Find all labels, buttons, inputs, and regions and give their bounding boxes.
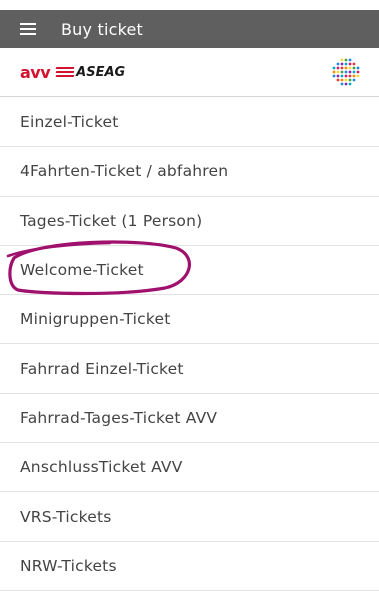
ticket-item-label: Fahrrad Einzel-Ticket (20, 359, 184, 378)
logo-dot (356, 74, 360, 78)
logo-dot (340, 78, 344, 82)
logo-dot (344, 58, 348, 62)
logo-dot (336, 78, 340, 82)
ticket-item-label: Tages-Ticket (1 Person) (20, 211, 203, 230)
ticket-item-label: Einzel-Ticket (20, 113, 119, 132)
logo-dot (348, 58, 352, 62)
logo-dot (352, 66, 356, 70)
logo-dot (348, 78, 352, 82)
logo-dot (352, 62, 356, 66)
logo-dot (344, 66, 348, 70)
logo-dot (340, 58, 344, 62)
logo-dot (352, 70, 356, 74)
logo-dot (348, 74, 352, 78)
colored-dots-logo-icon (332, 58, 360, 86)
logo-dot (336, 62, 340, 66)
ticket-item-einzel[interactable]: Einzel-Ticket (0, 98, 379, 148)
logo-dot (344, 70, 348, 74)
logo-dot (348, 70, 352, 74)
logo-dot (352, 74, 356, 78)
aseag-stripes-icon (55, 67, 75, 77)
logo-dot (336, 70, 340, 74)
ticket-item-label: 4Fahrten-Ticket / abfahren (20, 162, 229, 181)
logo-dot (340, 62, 344, 66)
logo-dot (356, 70, 360, 74)
ticket-item-tages[interactable]: Tages-Ticket (1 Person) (0, 197, 379, 246)
ticket-item-4fahrten[interactable]: 4Fahrten-Ticket / abfahren (0, 147, 379, 197)
logo-dot (344, 82, 348, 86)
ticket-item-welcome[interactable]: Welcome-Ticket (0, 246, 379, 296)
logo-dot (340, 70, 344, 74)
logo-dot (348, 66, 352, 70)
logo-dot (332, 74, 336, 78)
logo-dot (356, 66, 360, 70)
aseag-logo-text: ASEAG (76, 64, 126, 80)
ticket-item-nrw[interactable]: NRW-Tickets (0, 542, 379, 591)
app-bar: Buy ticket (0, 10, 379, 48)
logo-dot (332, 70, 336, 74)
ticket-item-vrs[interactable]: VRS-Tickets (0, 492, 379, 542)
logo-dot (340, 82, 344, 86)
logo-dot (340, 74, 344, 78)
ticket-item-label: Fahrrad-Tages-Ticket AVV (20, 408, 218, 427)
ticket-item-label: NRW-Tickets (20, 556, 117, 575)
page-title: Buy ticket (61, 19, 143, 39)
hamburger-menu-icon[interactable] (20, 23, 36, 35)
ticket-item-fahrrad-tages[interactable]: Fahrrad-Tages-Ticket AVV (0, 394, 379, 444)
ticket-item-minigruppen[interactable]: Minigruppen-Ticket (0, 295, 379, 345)
logo-dot (344, 78, 348, 82)
ticket-item-label: VRS-Tickets (20, 507, 112, 526)
logo-dot (348, 62, 352, 66)
logo-bar: AVV ASEAG (0, 48, 379, 97)
ticket-list: Einzel-Ticket 4Fahrten-Ticket / abfahren… (0, 98, 379, 591)
ticket-item-label: Welcome-Ticket (20, 261, 144, 280)
logo-dot (344, 62, 348, 66)
logo-dot (344, 74, 348, 78)
logo-dot (348, 82, 352, 86)
logo-dot (336, 74, 340, 78)
logo-dot (352, 78, 356, 82)
avv-logo-text: AVV (20, 62, 51, 82)
logo-dot (340, 66, 344, 70)
logo-dot (336, 66, 340, 70)
logo-dot (332, 66, 336, 70)
ticket-item-label: Minigruppen-Ticket (20, 310, 171, 329)
avv-logo: AVV (20, 62, 51, 82)
ticket-item-label: AnschlussTicket AVV (20, 458, 183, 477)
ticket-item-fahrrad-einzel[interactable]: Fahrrad Einzel-Ticket (0, 344, 379, 394)
ticket-item-anschluss[interactable]: AnschlussTicket AVV (0, 443, 379, 493)
